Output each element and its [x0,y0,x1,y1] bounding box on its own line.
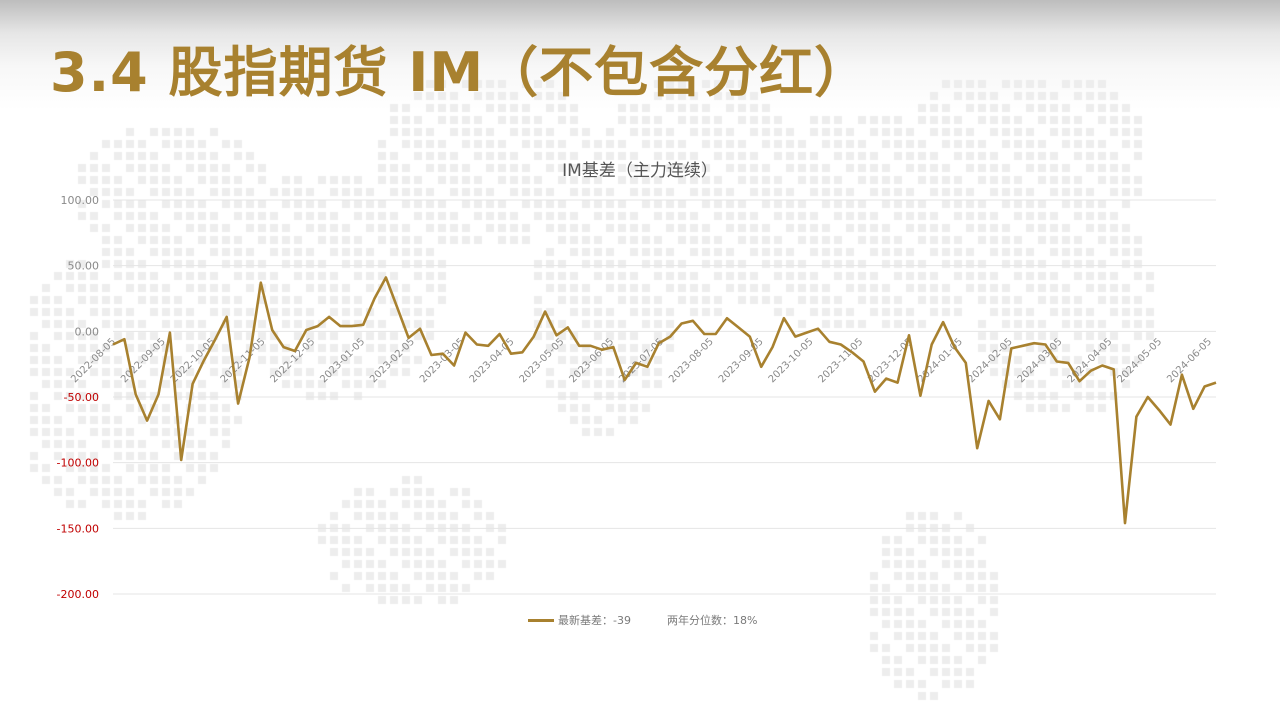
x-tick-label: 2022-10-05 [169,336,218,385]
y-tick-label: 50.00 [68,260,100,273]
x-tick-label: 2024-04-05 [1066,336,1115,385]
chart-legend: 最新基差：-39 两年分位数：18% [528,611,757,629]
x-tick-label: 2024-06-05 [1165,336,1214,385]
y-tick-label: -100.00 [57,457,99,470]
x-tick-label: 2022-12-05 [269,336,318,385]
x-tick-label: 2023-05-05 [518,336,567,385]
legend-line-swatch [528,618,554,622]
y-tick-label: 0.00 [75,325,100,338]
x-tick-label: 2023-08-05 [667,336,716,385]
legend-percentile-label: 两年分位数：18% [666,614,758,627]
y-tick-label: -150.00 [57,522,99,535]
grid-lines [113,199,1216,595]
y-axis-ticks: 100.00 50.00 0.00 -50.00 -100.00 -150.00 -200.… [57,194,99,601]
y-tick-label: 100.00 [61,194,100,207]
legend-series-label: 最新基差：-39 [558,614,631,627]
x-tick-label: 2023-02-05 [368,336,417,385]
y-tick-label: -50.00 [64,391,99,404]
x-tick-label: 2024-05-05 [1115,336,1164,385]
series-line-im-basis [112,276,1217,525]
series-layer [112,276,1217,525]
x-tick-label: 2023-06-05 [567,336,616,385]
y-tick-label: -200.00 [57,588,99,601]
x-tick-label: 2022-08-05 [69,336,118,385]
x-tick-label: 2023-01-05 [318,336,367,385]
